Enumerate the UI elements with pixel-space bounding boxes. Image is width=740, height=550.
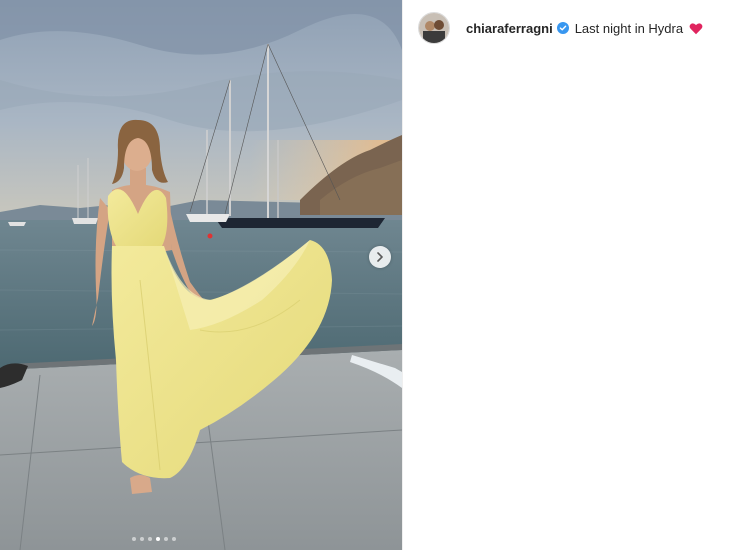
carousel-dot <box>172 537 176 541</box>
verified-badge-icon <box>556 22 569 34</box>
caption-row: chiaraferragni Last night in Hydra <box>418 12 703 44</box>
username-link[interactable]: chiaraferragni <box>466 21 553 36</box>
chevron-right-icon <box>377 252 383 262</box>
post-photo[interactable] <box>0 0 402 550</box>
carousel-dot <box>132 537 136 541</box>
caption-text: Last night in Hydra <box>574 20 684 36</box>
carousel-dot-active <box>156 537 160 541</box>
carousel-dot <box>148 537 152 541</box>
post-side-panel: chiaraferragni Last night in Hydra <box>402 0 740 550</box>
avatar[interactable] <box>418 12 450 44</box>
carousel-dot <box>140 537 144 541</box>
carousel-dot <box>164 537 168 541</box>
next-slide-button[interactable] <box>369 246 391 268</box>
heart-emoji-icon <box>689 22 703 35</box>
caption: chiaraferragni Last night in Hydra <box>466 21 703 36</box>
carousel-indicator <box>132 537 176 541</box>
